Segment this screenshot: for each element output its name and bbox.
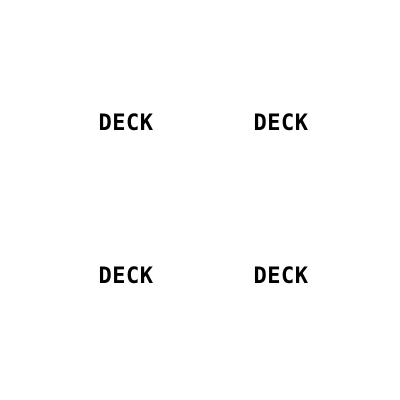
deck-label: DECK: [98, 111, 154, 136]
game-board: DECK DECK DECK DECK: [0, 0, 400, 400]
deck-top-left[interactable]: DECK: [66, 104, 186, 144]
deck-bottom-right[interactable]: DECK: [221, 257, 341, 297]
deck-label: DECK: [253, 111, 309, 136]
deck-label: DECK: [98, 264, 154, 289]
deck-bottom-left[interactable]: DECK: [66, 257, 186, 297]
deck-label: DECK: [253, 264, 309, 289]
deck-top-right[interactable]: DECK: [221, 104, 341, 144]
